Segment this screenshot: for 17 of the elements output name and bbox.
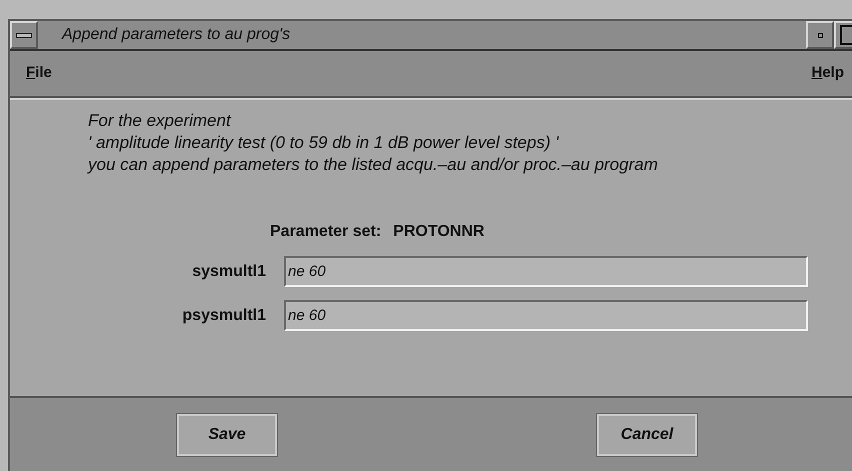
dialog-button[interactable]: Cancel — [597, 414, 697, 456]
minus-icon — [16, 32, 32, 38]
maximize-button[interactable] — [834, 21, 852, 49]
menu-item[interactable]: File — [26, 62, 52, 85]
square-icon — [840, 25, 852, 45]
input-field[interactable]: ne 60 — [284, 300, 808, 331]
window-menu-button[interactable] — [10, 21, 38, 49]
window-title: Append parameters to au prog's — [60, 25, 292, 45]
field-label: psysmultl1 — [181, 306, 267, 326]
menu-item[interactable]: Help — [811, 62, 844, 85]
parameter-set-value: PROTONNR — [393, 222, 484, 242]
message-text: For the experiment ' amplitude linearity test (0 to 59 db in 1 dB power level steps) ' you can append parameters to the listed acqu.–au and/or proc.–au program — [88, 110, 659, 176]
dialog-button[interactable]: Save — [177, 414, 277, 456]
field-label: sysmultl1 — [191, 262, 267, 282]
parameter-set-label: Parameter set: — [270, 222, 382, 242]
minimize-button[interactable] — [806, 21, 834, 49]
input-field[interactable]: ne 60 — [284, 256, 808, 287]
